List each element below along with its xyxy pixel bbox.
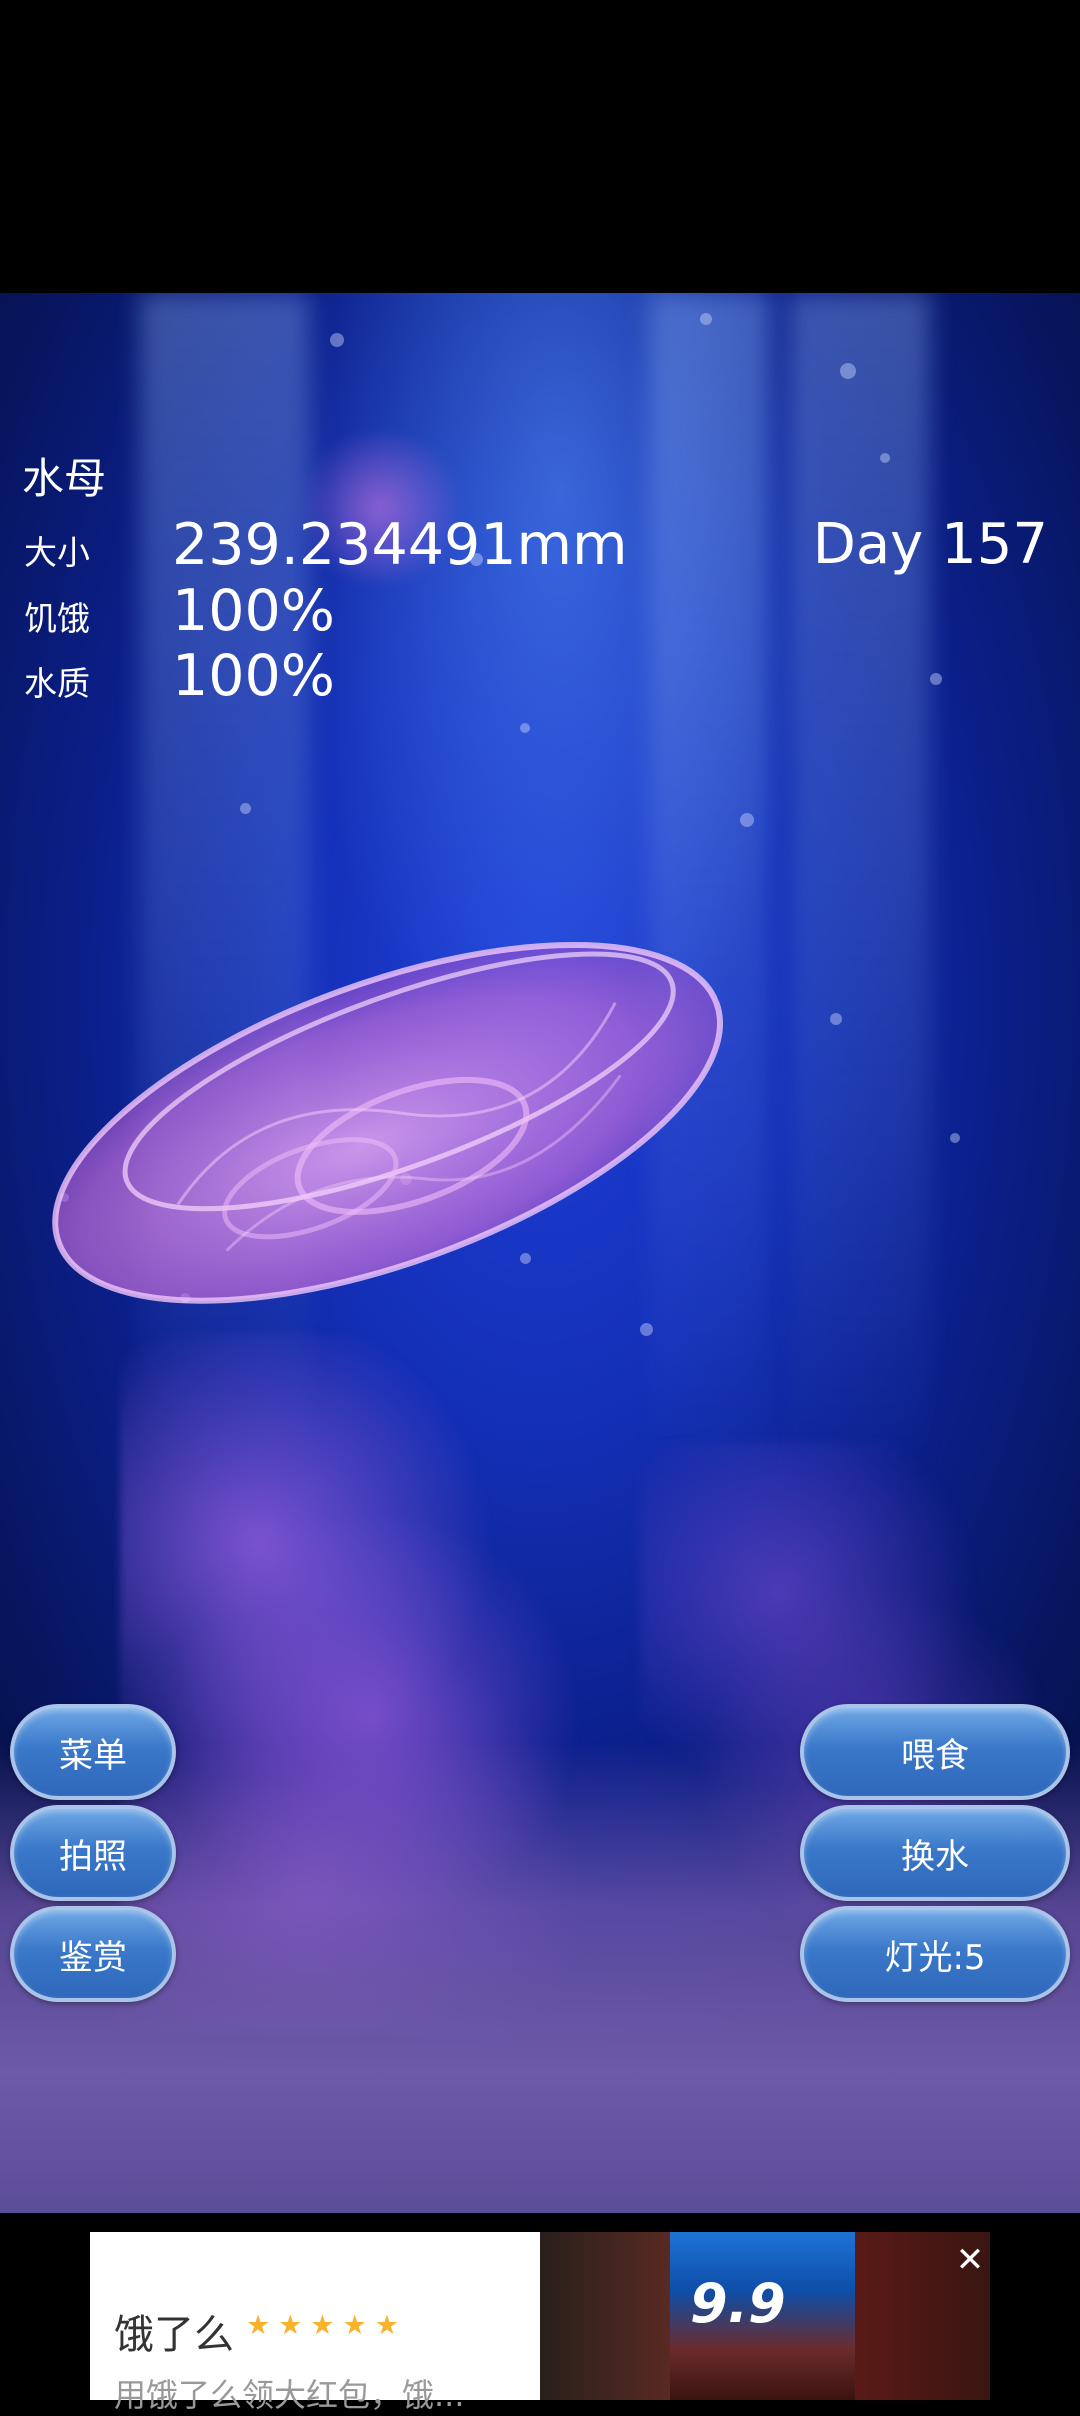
bubble <box>840 363 856 379</box>
change-water-button[interactable]: 换水 <box>800 1805 1070 1901</box>
bubble <box>950 1133 960 1143</box>
bubble <box>700 313 712 325</box>
bubble <box>330 333 344 347</box>
ad-price: 9.9 <box>690 2272 786 2335</box>
feed-button[interactable]: 喂食 <box>800 1704 1070 1800</box>
photo-button[interactable]: 拍照 <box>10 1805 176 1901</box>
bubble <box>830 1013 842 1025</box>
ad-rating-stars: ★★★★★ <box>246 2310 408 2341</box>
creature-name: 水母 <box>22 454 107 503</box>
bubble <box>740 813 754 827</box>
gallery-button[interactable]: 鉴赏 <box>10 1906 176 2002</box>
status-bar-area <box>0 0 1080 293</box>
bubble <box>880 453 890 463</box>
ad-text-card[interactable]: 饿了么 ★★★★★ 用饿了么领大红包，饿... <box>90 2232 540 2414</box>
day-counter: Day 157 <box>812 512 1048 577</box>
bubble <box>930 673 942 685</box>
bubble <box>520 723 530 733</box>
water-quality-value: 100% <box>172 643 335 709</box>
hunger-value: 100% <box>172 578 335 644</box>
ad-brand-name: 饿了么 <box>114 2312 234 2358</box>
ad-description: 用饿了么领大红包，饿... <box>114 2376 465 2414</box>
light-button[interactable]: 灯光:5 <box>800 1906 1070 2002</box>
ad-image[interactable]: 9.9 ✕ <box>540 2232 990 2400</box>
close-icon[interactable]: ✕ <box>950 2240 990 2280</box>
jellyfish[interactable] <box>40 883 760 1343</box>
size-value: 239.234491mm <box>172 512 628 578</box>
ad-banner[interactable]: 饿了么 ★★★★★ 用饿了么领大红包，饿... 9.9 ✕ <box>0 2213 1080 2414</box>
size-label: 大小 <box>24 533 90 572</box>
menu-button[interactable]: 菜单 <box>10 1704 176 1800</box>
hunger-label: 饥饿 <box>24 599 90 638</box>
bubble <box>240 803 251 814</box>
water-quality-label: 水质 <box>24 664 90 703</box>
